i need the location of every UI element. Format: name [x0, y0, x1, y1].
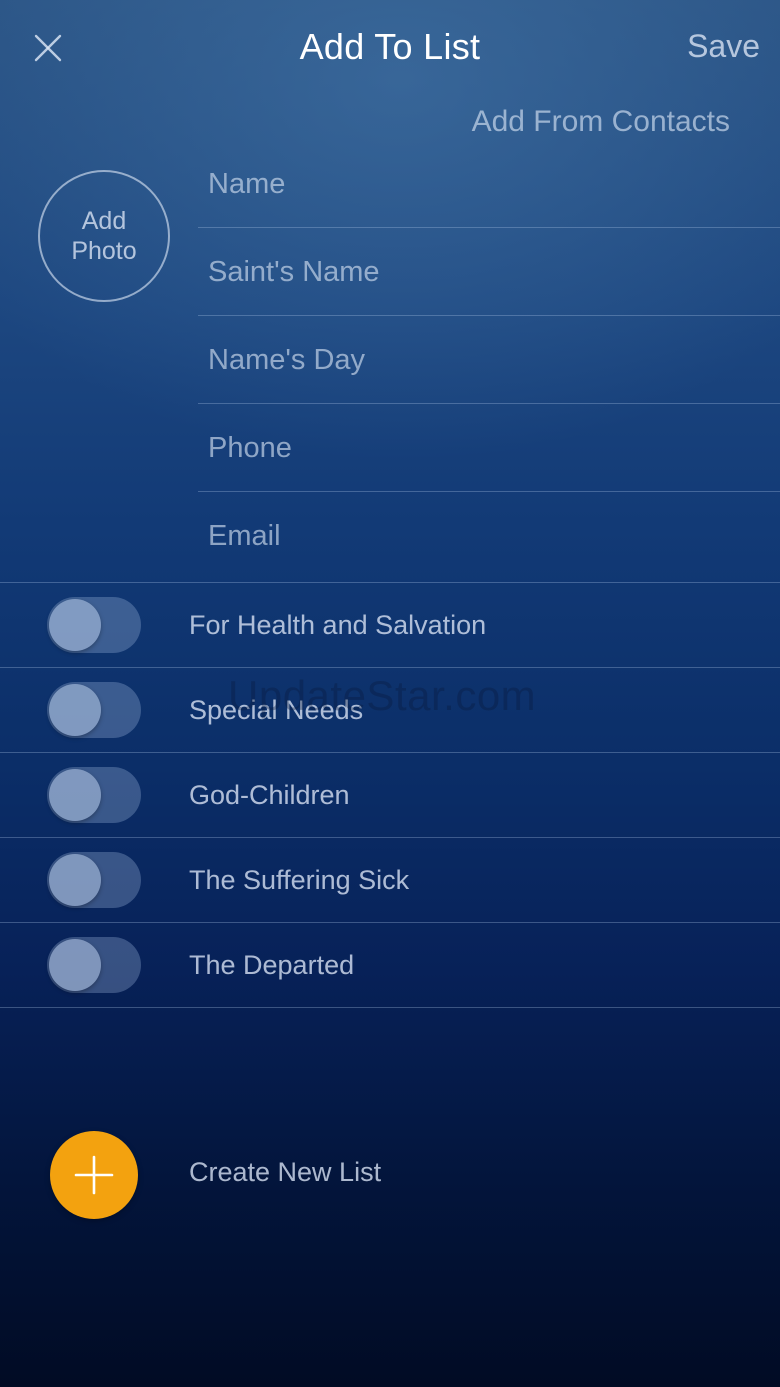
add-from-contacts-link[interactable]: Add From Contacts — [472, 105, 730, 139]
list-item-departed[interactable]: The Departed — [0, 923, 780, 1008]
add-to-list-screen: Add To List Save Add From Contacts Add P… — [0, 0, 780, 1387]
list-item-label: Special Needs — [189, 695, 364, 725]
toggle-knob — [49, 769, 101, 821]
suffering-sick-toggle[interactable] — [47, 852, 141, 908]
add-photo-label: Add Photo — [71, 207, 137, 265]
names-day-input[interactable] — [208, 316, 760, 404]
save-button[interactable]: Save — [687, 28, 760, 65]
plus-icon — [74, 1155, 114, 1195]
name-field-row — [198, 140, 780, 228]
departed-toggle[interactable] — [47, 937, 141, 993]
health-and-salvation-toggle[interactable] — [47, 597, 141, 653]
list-item-health-and-salvation[interactable]: For Health and Salvation — [0, 583, 780, 668]
list-item-label: The Suffering Sick — [189, 865, 410, 895]
saints-name-input[interactable] — [208, 228, 760, 316]
list-item-special-needs[interactable]: Special Needs — [0, 668, 780, 753]
list-item-label: The Departed — [189, 950, 355, 980]
phone-field-row — [198, 404, 780, 492]
special-needs-toggle[interactable] — [47, 682, 141, 738]
create-new-list-button[interactable] — [50, 1131, 138, 1219]
god-children-toggle[interactable] — [47, 767, 141, 823]
toggle-knob — [49, 939, 101, 991]
email-field-row — [198, 492, 780, 580]
list-item-god-children[interactable]: God-Children — [0, 753, 780, 838]
page-title: Add To List — [299, 26, 481, 67]
toggle-knob — [49, 599, 101, 651]
email-input[interactable] — [208, 492, 760, 580]
phone-input[interactable] — [208, 404, 760, 492]
name-input[interactable] — [208, 140, 760, 228]
names-day-field-row — [198, 316, 780, 404]
toggle-knob — [49, 854, 101, 906]
toggle-knob — [49, 684, 101, 736]
list-item-label: God-Children — [189, 780, 350, 810]
saints-name-field-row — [198, 228, 780, 316]
list-item-label: For Health and Salvation — [189, 610, 487, 640]
create-new-list-label[interactable]: Create New List — [189, 1131, 381, 1213]
prayer-lists: For Health and Salvation Special Needs G… — [0, 582, 780, 1008]
contact-form — [198, 140, 780, 580]
list-item-suffering-sick[interactable]: The Suffering Sick — [0, 838, 780, 923]
add-photo-button[interactable]: Add Photo — [38, 170, 170, 302]
